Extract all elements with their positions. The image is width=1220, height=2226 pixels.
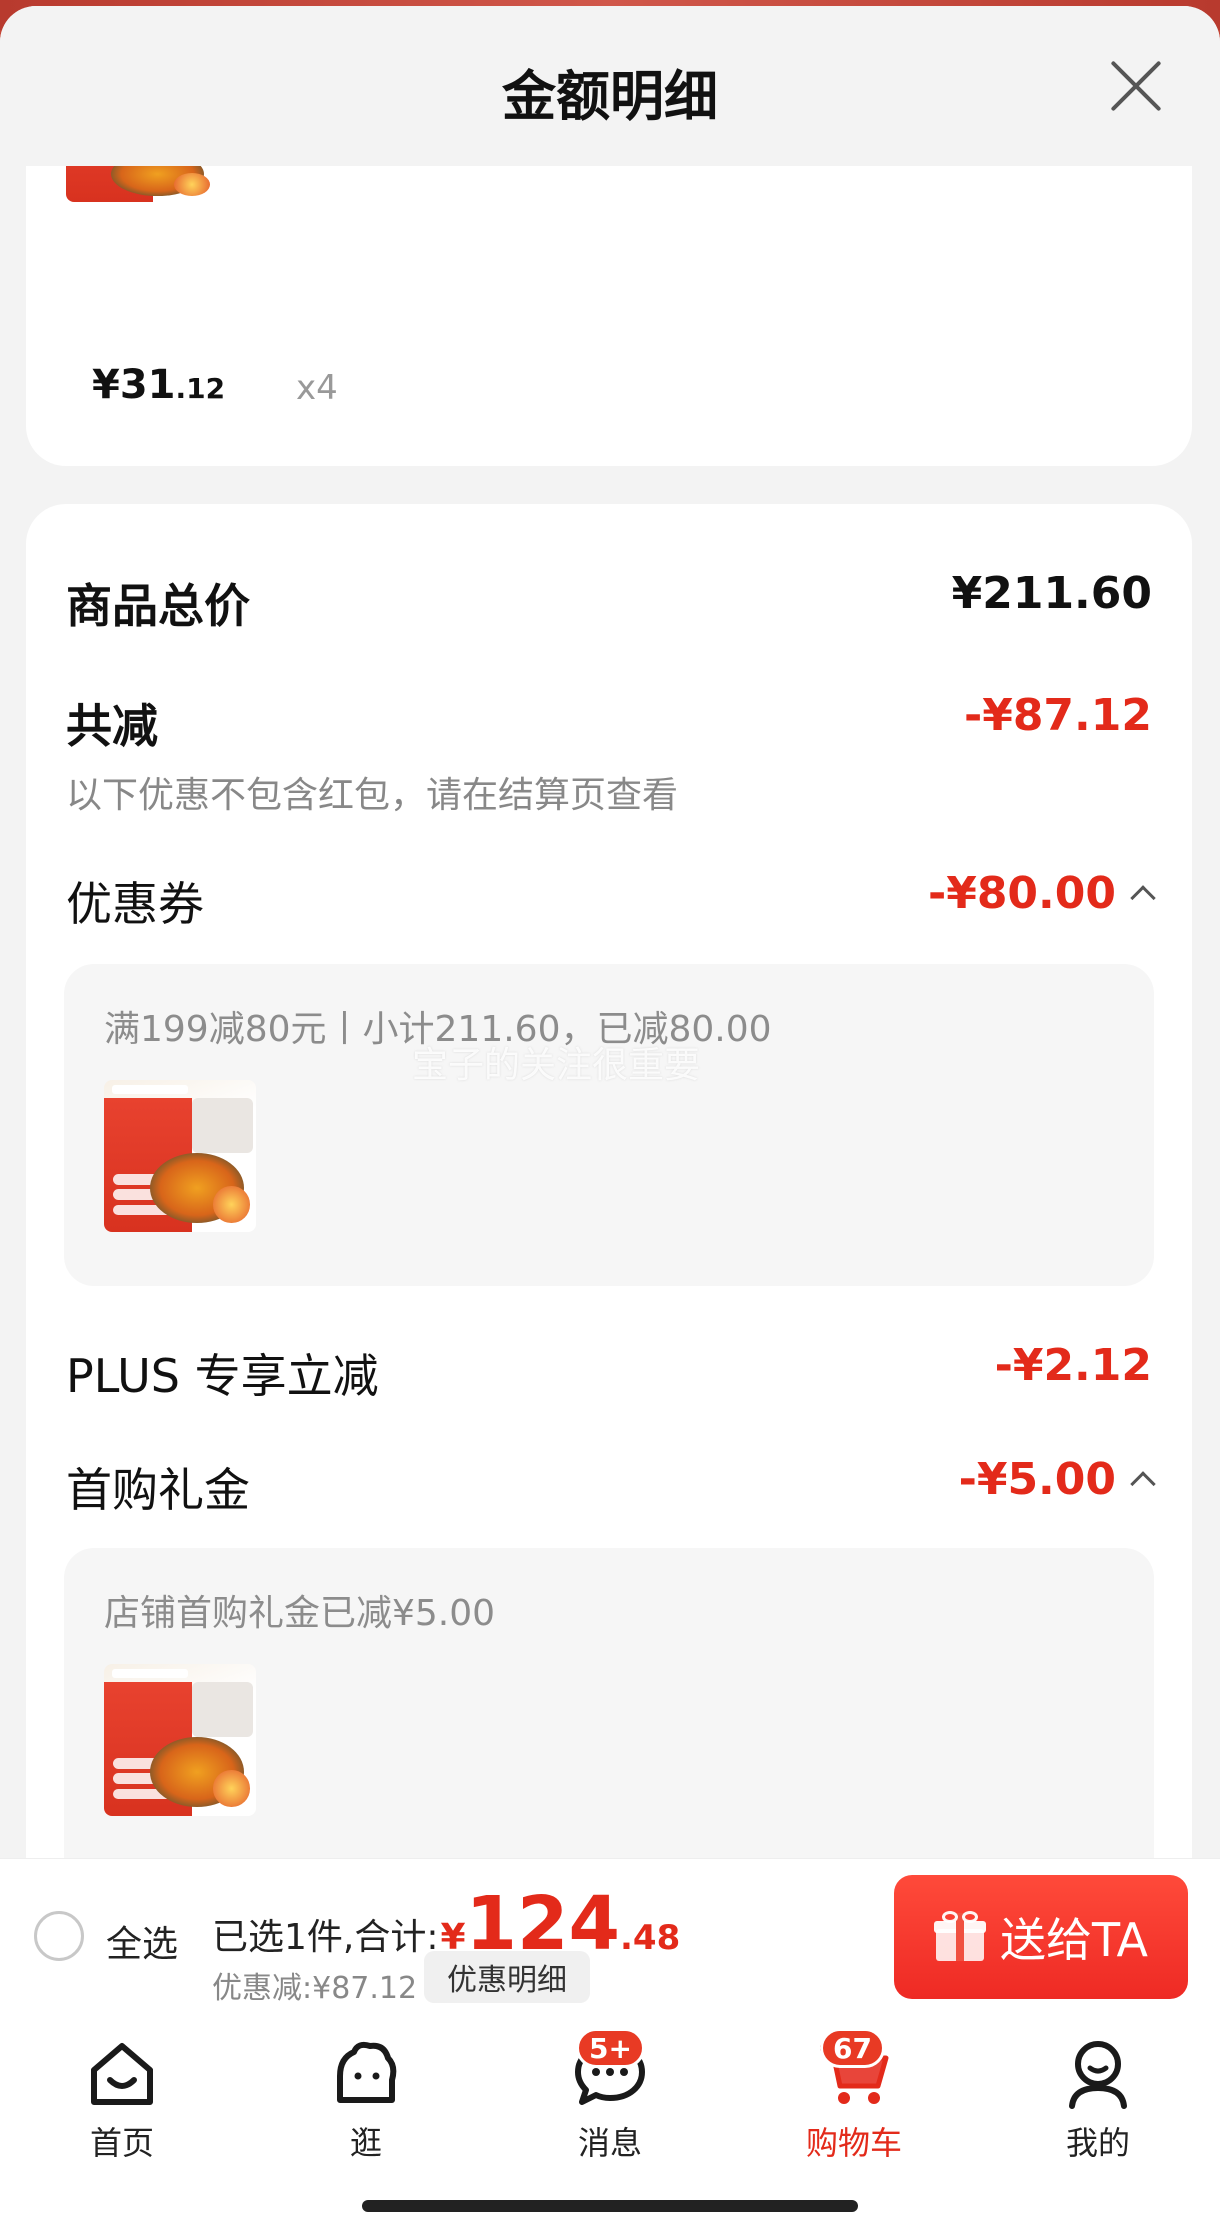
total-discount-label: 共减	[66, 699, 158, 753]
tab-profile[interactable]: 我的	[1018, 2036, 1178, 2176]
page-title: 金额明细	[502, 65, 718, 128]
browse-icon	[337, 2041, 397, 2103]
price-breakdown-card: 商品总价 ¥211.60 共减 -¥87.12 以下优惠不包含红包，请在结算页查…	[26, 504, 1192, 1964]
first-purchase-detail-panel: 店铺首购礼金已减¥5.00	[64, 1548, 1154, 1888]
home-indicator	[362, 2200, 858, 2212]
coupon-toggle[interactable]: -¥80.00	[927, 868, 1156, 919]
plus-discount-label: PLUS 专享立减	[66, 1349, 379, 1403]
product-quantity: x4	[296, 368, 338, 408]
tab-label: 逛	[349, 2124, 382, 2162]
cart-badge: 67	[820, 2028, 885, 2068]
total-amount-decimal: .48	[620, 1918, 681, 1958]
first-purchase-toggle[interactable]: -¥5.00	[958, 1454, 1156, 1505]
checkout-bar: 全选 已选1件,合计: ¥ 124 .48 优惠减:¥87.12 优惠明细 送给…	[0, 1858, 1220, 2018]
total-amount-integer: 124	[465, 1881, 621, 1967]
total-discount-value: -¥87.12	[963, 690, 1152, 741]
profile-icon	[1069, 2041, 1127, 2109]
total-price-label: 商品总价	[66, 579, 250, 633]
message-badge: 5+	[576, 2028, 645, 2068]
sheet-header: 金额明细	[0, 6, 1220, 166]
home-icon	[91, 2043, 153, 2105]
close-icon[interactable]	[1108, 58, 1164, 114]
selected-summary: 已选1件,合计: ¥ 124 .48	[212, 1887, 680, 1961]
first-purchase-detail-text: 店铺首购礼金已减¥5.00	[104, 1593, 496, 1634]
watermark: 宝子的关注很重要	[412, 1045, 701, 1086]
coupon-label: 优惠券	[66, 877, 204, 931]
total-price-value: ¥211.60	[951, 568, 1152, 619]
coupon-value: -¥80.00	[927, 868, 1116, 919]
chevron-up-icon	[1130, 1470, 1156, 1497]
gift-icon	[934, 1911, 986, 1961]
amount-detail-sheet: ¥31.12 x4 金额明细 商品总价 ¥211.60 共减 -¥87.12 以…	[0, 6, 1220, 2226]
tab-label: 消息	[577, 2124, 642, 2162]
send-gift-label: 送给TA	[1000, 1913, 1148, 1967]
select-all-label[interactable]: 全选	[106, 1915, 178, 1967]
bottom-tab-bar: 首页 逛 5+ 消息 67 购物车 我的	[0, 2018, 1220, 2226]
chevron-up-icon	[1130, 884, 1156, 911]
selected-count-text: 已选1件,合计:	[212, 1917, 439, 1958]
product-price: ¥31.12	[92, 362, 226, 408]
tab-label: 购物车	[805, 2124, 902, 2162]
plus-discount-value: -¥2.12	[994, 1340, 1152, 1391]
coupon-detail-panel: 满199减80元丨小计211.60，已减80.00	[64, 964, 1154, 1286]
first-purchase-product-image	[104, 1664, 256, 1816]
send-gift-button[interactable]: 送给TA	[894, 1875, 1188, 1999]
coupon-product-image	[104, 1080, 256, 1232]
tab-home[interactable]: 首页	[42, 2036, 202, 2176]
product-card: ¥31.12 x4	[26, 106, 1192, 466]
tab-cart[interactable]: 67 购物车	[774, 2028, 934, 2176]
first-purchase-label: 首购礼金	[66, 1463, 250, 1517]
discount-note: 以下优惠不包含红包，请在结算页查看	[66, 775, 679, 816]
tab-messages[interactable]: 5+ 消息	[530, 2028, 690, 2176]
tab-browse[interactable]: 逛	[286, 2036, 446, 2176]
discount-summary: 优惠减:¥87.12	[212, 1971, 418, 2006]
first-purchase-value: -¥5.00	[958, 1454, 1116, 1505]
discount-detail-button[interactable]: 优惠明细	[424, 1951, 590, 2003]
tab-label: 首页	[89, 2124, 154, 2162]
tab-label: 我的	[1065, 2124, 1130, 2162]
select-all-checkbox[interactable]	[34, 1911, 84, 1961]
